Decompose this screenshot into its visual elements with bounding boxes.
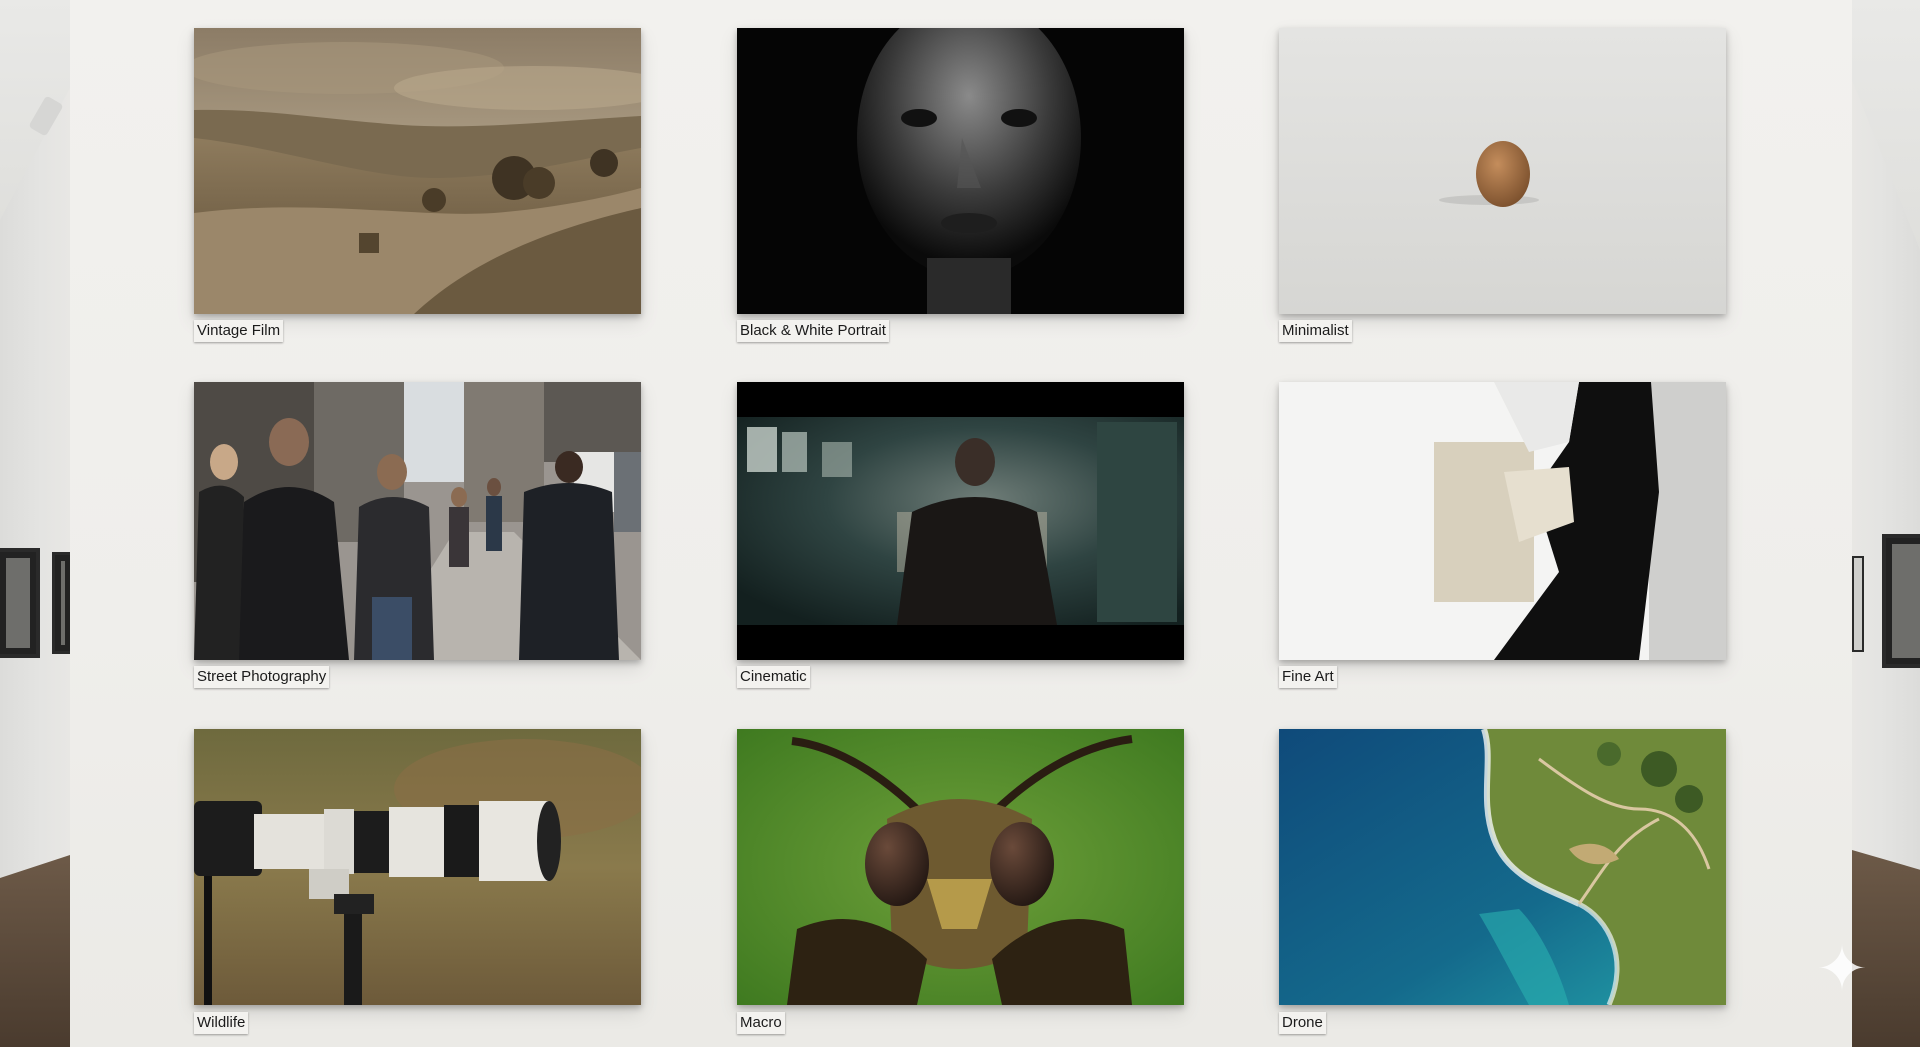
sparkle-watermark-icon: ✦: [1816, 935, 1868, 1004]
left-side-wall: [0, 0, 70, 1047]
cinematic-man-photo: [737, 382, 1184, 660]
telephoto-camera-photo: [194, 729, 641, 1005]
photo-label: Wildlife: [194, 1012, 249, 1034]
floor-left: [0, 855, 70, 1047]
gallery-photo-vintage-film[interactable]: [194, 28, 641, 314]
photo-label: Black & White Portrait: [737, 320, 889, 342]
bw-portrait-photo: [737, 28, 1184, 314]
photo-label: Drone: [1279, 1012, 1326, 1034]
gallery-photo-street[interactable]: [194, 382, 641, 660]
gallery-photo-drone[interactable]: [1279, 729, 1726, 1005]
photo-label: Minimalist: [1279, 320, 1352, 342]
gallery-photo-bw-portrait[interactable]: [737, 28, 1184, 314]
photo-label: Vintage Film: [194, 320, 284, 342]
photo-label: Cinematic: [737, 666, 810, 688]
gallery-photo-wildlife[interactable]: [194, 729, 641, 1005]
gallery-photo-macro[interactable]: [737, 729, 1184, 1005]
right-side-wall: [1852, 0, 1920, 1047]
photo-label: Fine Art: [1279, 666, 1337, 688]
side-artwork-frame: [1852, 556, 1864, 652]
gallery-photo-fine-art[interactable]: [1279, 382, 1726, 660]
side-artwork-frame: [0, 548, 40, 658]
insect-macro-photo: [737, 729, 1184, 1005]
aerial-coast-photo: [1279, 729, 1726, 1005]
street-crowd-photo: [194, 382, 641, 660]
sepia-landscape-photo: [194, 28, 641, 314]
photo-label: Street Photography: [194, 666, 330, 688]
side-artwork-frame: [52, 552, 70, 654]
gallery-photo-cinematic[interactable]: [737, 382, 1184, 660]
minimal-seed-photo: [1279, 28, 1726, 314]
side-artwork-frame: [1882, 534, 1920, 668]
ceiling-right: [1852, 0, 1920, 250]
abstract-paper-photo: [1279, 382, 1726, 660]
gallery-photo-minimalist[interactable]: [1279, 28, 1726, 314]
photo-label: Macro: [737, 1012, 785, 1034]
